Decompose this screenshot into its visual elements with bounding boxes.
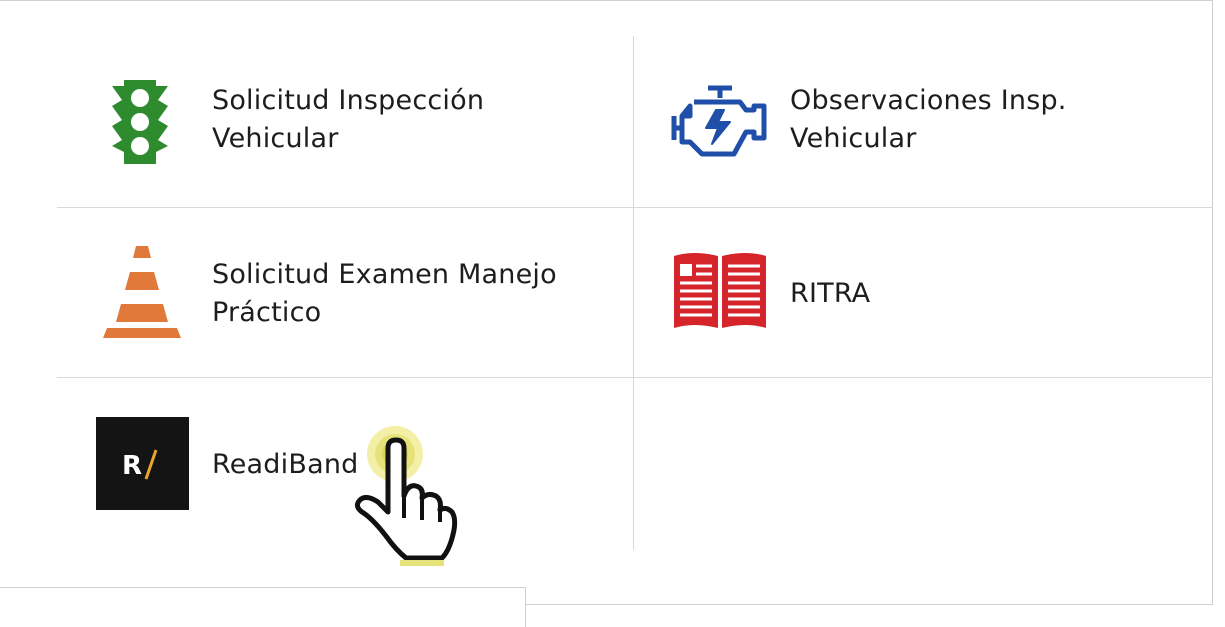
traffic-cone-icon: [103, 246, 181, 338]
svg-text:R: R: [122, 451, 142, 481]
tile-label-readiband: ReadiBand: [212, 449, 359, 480]
tile-readiband[interactable]: R ReadiBand: [57, 378, 633, 550]
tile-label-ritra: RITRA: [790, 278, 871, 309]
tile-ritra[interactable]: RITRA: [634, 208, 1213, 377]
tile-observaciones-insp-vehicular[interactable]: Observaciones Insp. Vehicular: [634, 36, 1213, 207]
tile-label-inspeccion: Solicitud Inspección Vehicular: [212, 85, 485, 154]
tile-solicitud-examen-manejo-practico[interactable]: Solicitud Examen Manejo Práctico: [57, 208, 633, 377]
traffic-light-icon: [112, 80, 168, 164]
tile-label-observaciones: Observaciones Insp. Vehicular: [790, 85, 1067, 154]
bottom-panel: [0, 587, 526, 627]
tile-label-examen: Solicitud Examen Manejo Práctico: [212, 259, 557, 328]
engine-icon: [671, 85, 767, 157]
readiband-logo-icon: R: [96, 417, 189, 510]
tile-solicitud-inspeccion-vehicular[interactable]: Solicitud Inspección Vehicular: [57, 36, 633, 207]
open-book-icon: [674, 253, 766, 328]
